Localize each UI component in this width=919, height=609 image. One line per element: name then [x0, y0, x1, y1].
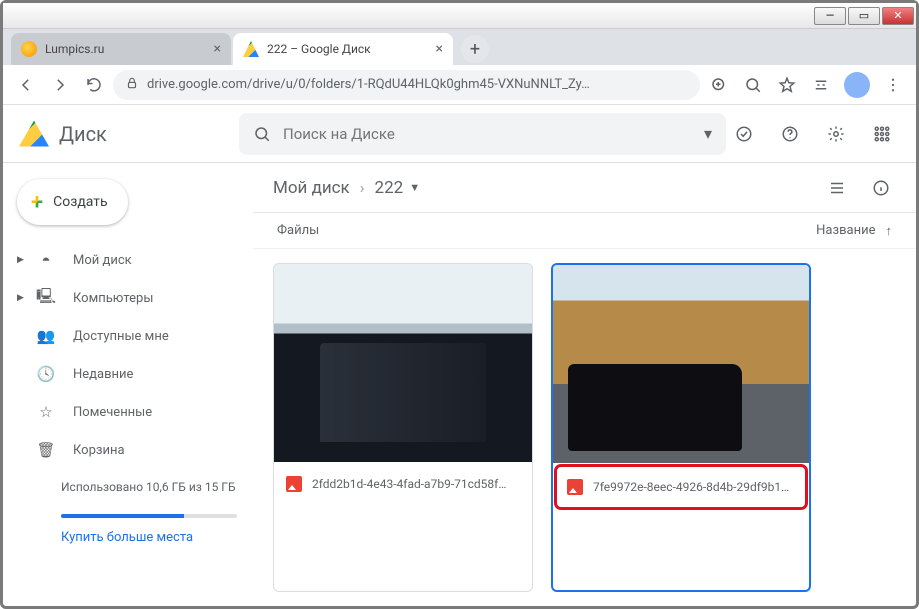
window-titlebar: — ▭ ✕: [3, 3, 916, 29]
favicon-icon: [21, 41, 37, 57]
sidebar-item-shared[interactable]: 👥 Доступные мне: [13, 317, 247, 355]
chevron-down-icon[interactable]: ▾: [704, 124, 712, 143]
reload-button[interactable]: [79, 70, 109, 100]
sidebar-item-label: Корзина: [73, 443, 125, 458]
storage-text: Использовано 10,6 ГБ из 15 ГБ: [13, 469, 247, 506]
sidebar-item-computers[interactable]: ▶ 🖳 Компьютеры: [13, 279, 247, 317]
create-label: Создать: [53, 194, 108, 210]
sidebar-item-trash[interactable]: 🗑 Корзина: [13, 431, 247, 469]
sidebar-item-label: Недавние: [73, 367, 133, 382]
file-label: 2fdd2b1d-4e43-4fad-a7b9-71cd58f…: [274, 462, 532, 506]
sidebar-item-label: Доступные мне: [73, 329, 169, 344]
drive-icon: [19, 121, 49, 147]
toolbar: drive.google.com/drive/u/0/folders/1-RQd…: [3, 65, 916, 105]
address-bar[interactable]: drive.google.com/drive/u/0/folders/1-RQd…: [113, 70, 700, 100]
app-body: + Создать ▶ ◓ Мой диск ▶ 🖳 Компьютеры 👥 …: [3, 163, 916, 606]
favicon-icon: [243, 41, 259, 57]
sidebar-item-starred[interactable]: ☆ Помеченные: [13, 393, 247, 431]
gear-icon[interactable]: [818, 116, 854, 152]
file-name: 7fe9972e-8eec-4926-8d4b-29df9b1…: [593, 480, 789, 494]
plus-icon: +: [31, 190, 43, 215]
file-name: 2fdd2b1d-4e43-4fad-a7b9-71cd58f…: [312, 477, 506, 491]
back-button[interactable]: [11, 70, 41, 100]
files-grid: 2fdd2b1d-4e43-4fad-a7b9-71cd58f… 7fe9972…: [253, 249, 916, 606]
file-thumbnail: [553, 265, 809, 463]
storage-bar: [61, 514, 237, 518]
drive-logo[interactable]: Диск: [19, 121, 239, 147]
view-icons: [822, 173, 896, 203]
file-card-selected[interactable]: 7fe9972e-8eec-4926-8d4b-29df9b1…: [551, 263, 811, 592]
profile-avatar[interactable]: [844, 72, 870, 98]
zoom-icon[interactable]: [704, 70, 734, 100]
search-input[interactable]: [283, 125, 696, 143]
tab-drive[interactable]: 222 – Google Диск ×: [233, 33, 453, 65]
drive-name: Диск: [59, 122, 107, 146]
browser-window: — ▭ ✕ Lumpics.ru × 222 – Google Диск × +…: [0, 0, 919, 609]
computer-icon: 🖳: [35, 286, 57, 311]
create-button[interactable]: + Создать: [17, 179, 128, 225]
file-label: 7fe9972e-8eec-4926-8d4b-29df9b1…: [555, 465, 807, 509]
minimize-button[interactable]: —: [814, 7, 846, 25]
chevron-right-icon: ›: [360, 178, 365, 197]
expand-icon[interactable]: ▶: [17, 255, 24, 265]
clock-icon: 🕓: [35, 365, 57, 383]
star-icon[interactable]: [772, 70, 802, 100]
close-tab-icon[interactable]: ×: [428, 41, 443, 57]
file-card[interactable]: 2fdd2b1d-4e43-4fad-a7b9-71cd58f…: [273, 263, 533, 592]
header-icons: [726, 116, 900, 152]
sidebar-item-label: Мой диск: [73, 253, 132, 268]
image-icon: [567, 479, 583, 495]
star-outline-icon: ☆: [35, 403, 57, 421]
chevron-down-icon[interactable]: ▼: [409, 181, 420, 194]
tab-title: 222 – Google Диск: [267, 42, 371, 56]
image-icon: [286, 476, 302, 492]
sort-label[interactable]: Название: [816, 223, 875, 238]
url-text: drive.google.com/drive/u/0/folders/1-RQd…: [147, 77, 688, 92]
close-tab-icon[interactable]: ×: [206, 41, 221, 57]
people-icon: 👥: [35, 327, 57, 345]
ext-icon[interactable]: [806, 70, 836, 100]
close-window-button[interactable]: ✕: [882, 7, 914, 25]
forward-button[interactable]: [45, 70, 75, 100]
lock-icon: [125, 76, 139, 94]
storage-fill: [61, 514, 184, 518]
search-icon: [253, 125, 271, 143]
drive-app: Диск ▾ + Создать ▶: [3, 105, 916, 606]
breadcrumb: Мой диск › 222 ▼: [253, 163, 916, 213]
ready-icon[interactable]: [726, 116, 762, 152]
tab-title: Lumpics.ru: [45, 42, 104, 56]
search-page-icon[interactable]: [738, 70, 768, 100]
trash-icon: 🗑: [35, 441, 57, 459]
info-icon[interactable]: [866, 173, 896, 203]
sidebar-item-label: Помеченные: [73, 405, 152, 420]
sidebar-item-recent[interactable]: 🕓 Недавние: [13, 355, 247, 393]
expand-icon[interactable]: ▶: [17, 293, 24, 303]
search-box[interactable]: ▾: [239, 113, 726, 155]
list-view-icon[interactable]: [822, 173, 852, 203]
sidebar-item-mydrive[interactable]: ▶ ◓ Мой диск: [13, 241, 247, 279]
sidebar-item-label: Компьютеры: [73, 291, 153, 306]
menu-icon[interactable]: [878, 70, 908, 100]
file-thumbnail: [274, 264, 532, 462]
app-header: Диск ▾: [3, 105, 916, 163]
maximize-button[interactable]: ▭: [848, 7, 880, 25]
new-tab-button[interactable]: +: [461, 35, 489, 63]
main-panel: Мой диск › 222 ▼ Файлы Название ↑: [253, 163, 916, 606]
files-heading: Файлы: [277, 223, 319, 238]
sidebar: + Создать ▶ ◓ Мой диск ▶ 🖳 Компьютеры 👥 …: [3, 163, 253, 606]
breadcrumb-root[interactable]: Мой диск: [273, 178, 350, 198]
arrow-up-icon[interactable]: ↑: [886, 223, 893, 239]
tabstrip: Lumpics.ru × 222 – Google Диск × +: [3, 29, 916, 65]
tab-lumpics[interactable]: Lumpics.ru ×: [11, 33, 231, 65]
sort-row: Файлы Название ↑: [253, 213, 916, 249]
help-icon[interactable]: [772, 116, 808, 152]
drive-small-icon: ◓: [35, 251, 57, 269]
buy-storage-link[interactable]: Купить больше места: [13, 530, 247, 545]
apps-icon[interactable]: [864, 116, 900, 152]
breadcrumb-current[interactable]: 222: [375, 178, 404, 198]
